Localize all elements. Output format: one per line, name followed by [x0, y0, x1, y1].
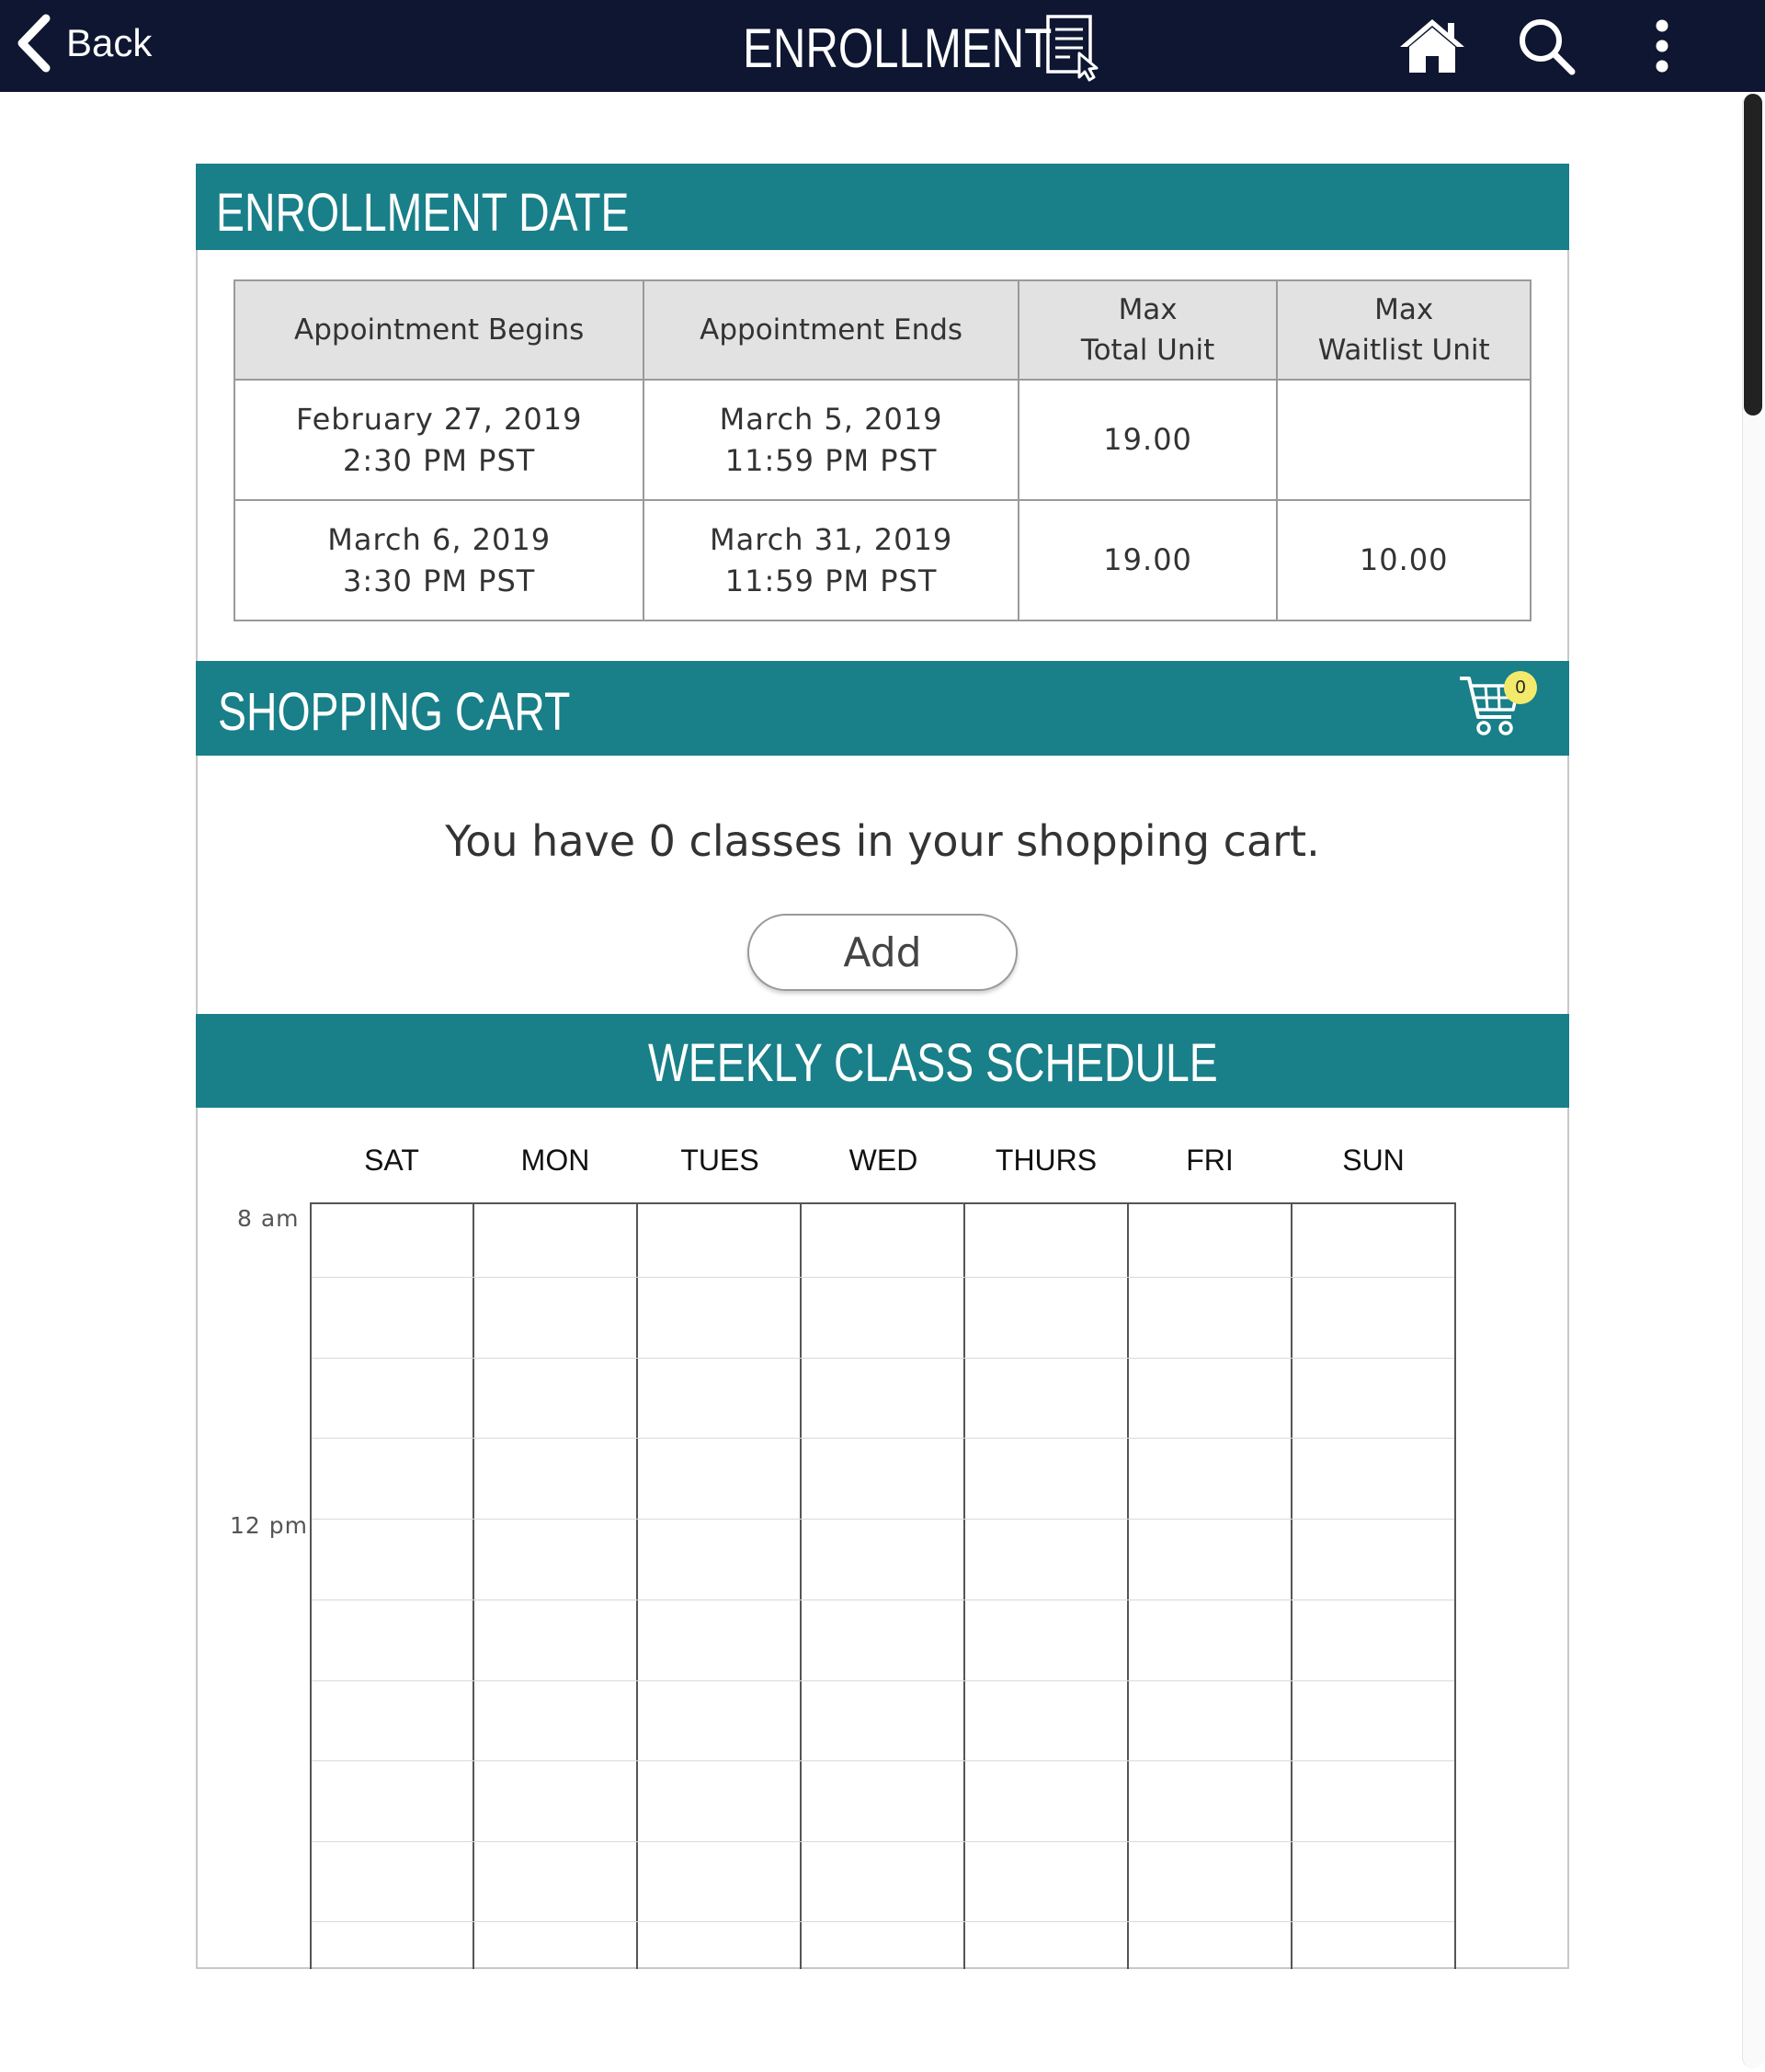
weekly-schedule-title: WEEKLY CLASS SCHEDULE — [648, 1033, 1218, 1093]
max-total-unit-cell: 19.00 — [1017, 379, 1279, 501]
day-header-tues: TUES — [680, 1144, 759, 1177]
max-waitlist-unit-cell: 10.00 — [1276, 499, 1532, 621]
col-appointment-begins: Appointment Begins — [233, 279, 645, 381]
appointment-begins-cell: March 6, 2019 3:30 PM PST — [233, 499, 645, 621]
chevron-left-icon — [17, 14, 51, 73]
col-appointment-ends: Appointment Ends — [643, 279, 1019, 381]
max-total-unit-cell: 19.00 — [1017, 499, 1279, 621]
header-label: Appointment Ends — [700, 313, 963, 347]
cart-empty-message: You have 0 classes in your shopping cart… — [445, 816, 1320, 866]
time-label-8am: 8 am — [237, 1205, 300, 1232]
more-options-button[interactable] — [1644, 9, 1680, 83]
header-label: Appointment Begins — [294, 313, 585, 347]
appointment-ends-cell: March 31, 2019 11:59 PM PST — [643, 499, 1019, 621]
grid-divider — [636, 1202, 638, 1969]
table-row: February 27, 2019 2:30 PM PST March 5, 2… — [233, 379, 1532, 501]
enrollment-date-table: Appointment Begins Appointment Ends Max … — [233, 279, 1532, 621]
enrollment-date-header: ENROLLMENT DATE — [196, 164, 1569, 250]
table-header-row: Appointment Begins Appointment Ends Max … — [233, 279, 1532, 381]
col-max-waitlist-unit: Max Waitlist Unit — [1276, 279, 1532, 381]
back-label: Back — [66, 21, 153, 64]
time-label-12pm: 12 pm — [230, 1512, 308, 1539]
search-button[interactable] — [1513, 9, 1579, 83]
cart-count-badge: 0 — [1504, 671, 1537, 704]
day-header-sun: SUN — [1342, 1144, 1405, 1177]
home-icon — [1400, 19, 1464, 73]
col-max-total-unit: Max Total Unit — [1017, 279, 1279, 381]
back-button[interactable]: Back — [13, 11, 152, 75]
table-row: March 6, 2019 3:30 PM PST March 31, 2019… — [233, 499, 1532, 621]
search-icon — [1520, 19, 1576, 75]
enrollment-date-title: ENROLLMENT DATE — [216, 183, 630, 243]
day-header-thurs: THURS — [995, 1144, 1098, 1177]
weekly-schedule-header: WEEKLY CLASS SCHEDULE — [196, 1014, 1569, 1108]
grid-divider — [1291, 1202, 1292, 1969]
appointment-ends-cell: March 5, 2019 11:59 PM PST — [643, 379, 1019, 501]
grid-row-line — [312, 1760, 1454, 1761]
header-label: Max Total Unit — [1080, 293, 1215, 367]
grid-divider — [800, 1202, 802, 1969]
grid-row-line — [312, 1841, 1454, 1842]
scrollbar-thumb[interactable] — [1744, 94, 1762, 416]
day-header-wed: WED — [848, 1144, 918, 1177]
shopping-cart-title: SHOPPING CART — [218, 682, 571, 742]
home-button[interactable] — [1394, 9, 1471, 83]
grid-divider — [473, 1202, 474, 1969]
grid-row-line — [312, 1921, 1454, 1922]
day-header-sat: SAT — [364, 1144, 419, 1177]
day-header-mon: MON — [520, 1144, 590, 1177]
grid-divider — [1127, 1202, 1129, 1969]
page-title: ENROLLMENT — [743, 17, 1053, 79]
grid-row-line — [312, 1680, 1454, 1681]
more-vertical-icon — [1656, 19, 1668, 73]
day-header-fri: FRI — [1186, 1144, 1234, 1177]
appointment-begins-cell: February 27, 2019 2:30 PM PST — [233, 379, 645, 501]
page-title-group: ENROLLMENT — [743, 13, 1103, 83]
add-button[interactable]: Add — [747, 914, 1018, 991]
max-waitlist-unit-cell — [1276, 379, 1532, 501]
grid-divider — [963, 1202, 965, 1969]
grid-row-line — [312, 1438, 1454, 1439]
grid-row-line — [312, 1277, 1454, 1278]
schedule-grid[interactable] — [310, 1202, 1456, 1969]
top-app-bar: Back ENROLLMENT — [0, 0, 1765, 92]
shopping-cart-header: SHOPPING CART — [196, 661, 1569, 756]
grid-row-line — [312, 1358, 1454, 1359]
header-label: Max Waitlist Unit — [1317, 293, 1490, 367]
grid-row-line — [312, 1519, 1454, 1520]
